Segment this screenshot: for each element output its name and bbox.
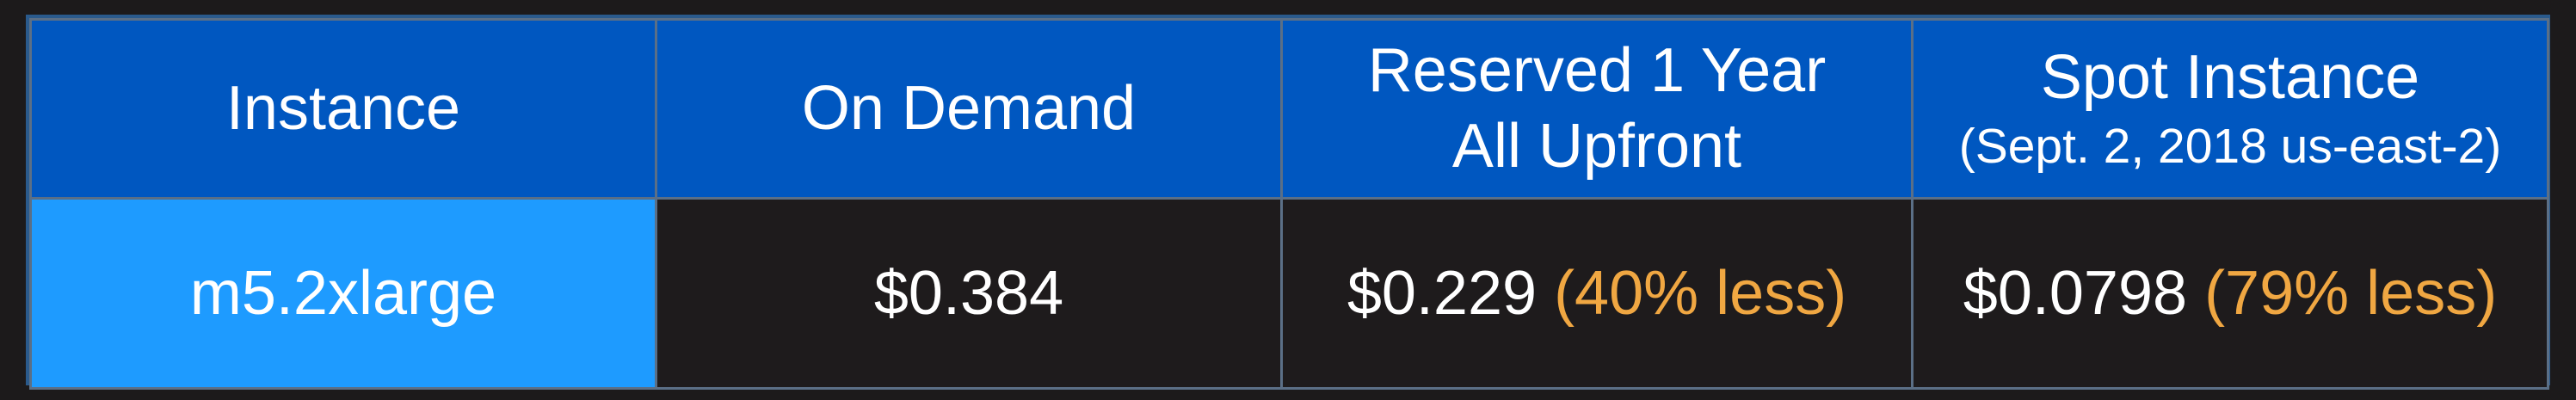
cell-reserved: $0.229 (40% less) [1280,197,1914,390]
header-on-demand: On Demand [655,18,1283,200]
table-row: m5.2xlarge $0.384 $0.229 (40% less) $0.0… [29,197,2549,390]
reserved-savings-note: (40% less) [1554,259,1847,328]
cell-instance: m5.2xlarge [29,197,657,390]
reserved-price: $0.229 [1347,259,1538,328]
header-reserved-line2: All Upfront [1451,111,1742,181]
header-reserved-line1: Reserved 1 Year [1367,35,1827,105]
cell-on-demand: $0.384 [655,197,1283,390]
spot-savings-note: (79% less) [2204,259,2498,328]
header-spot: Spot Instance (Sept. 2, 2018 us-east-2) [1911,18,2549,200]
header-row: Instance On Demand Reserved 1 Year All U… [29,18,2549,200]
pricing-table: Instance On Demand Reserved 1 Year All U… [29,18,2549,390]
header-spot-line1: Spot Instance [2040,42,2420,112]
header-instance-label: Instance [225,73,461,143]
instance-name: m5.2xlarge [189,259,497,328]
header-spot-line2: (Sept. 2, 2018 us-east-2) [1958,118,2502,174]
pricing-table-frame: Instance On Demand Reserved 1 Year All U… [26,15,2550,390]
on-demand-price: $0.384 [873,259,1064,328]
header-reserved: Reserved 1 Year All Upfront [1280,18,1914,200]
header-on-demand-label: On Demand [801,73,1137,143]
spot-price: $0.0798 [1963,259,2188,328]
header-instance: Instance [29,18,657,200]
cell-spot: $0.0798 (79% less) [1911,197,2549,390]
